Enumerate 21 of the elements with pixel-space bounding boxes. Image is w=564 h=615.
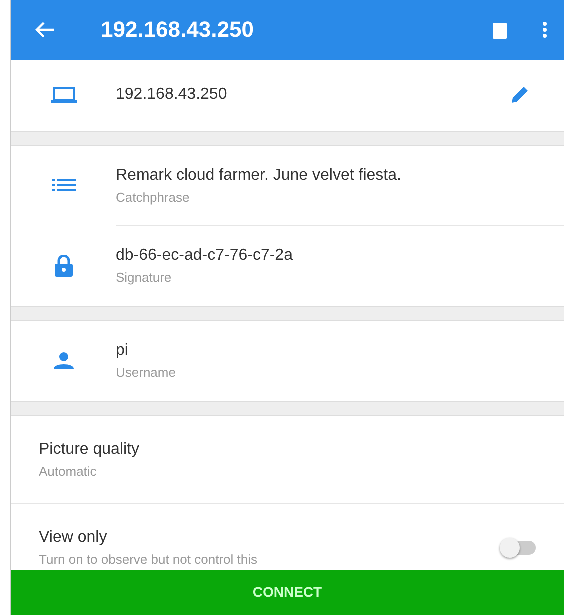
back-arrow-icon[interactable] xyxy=(35,20,55,39)
setting-title: Picture quality xyxy=(39,440,140,460)
list-icon xyxy=(52,179,76,192)
setting-description: Turn on to observe but not control this xyxy=(39,551,258,569)
signature-value: db-66-ec-ad-c7-76-c7-2a xyxy=(116,246,293,266)
lock-icon xyxy=(54,254,74,277)
laptop-icon xyxy=(50,87,76,103)
signature-label: Signature xyxy=(116,269,173,287)
catchphrase-label: Catchphrase xyxy=(116,188,191,207)
host-address: 192.168.43.250 xyxy=(116,85,228,105)
app-bar-title: 192.168.43.250 xyxy=(101,16,255,44)
setting-description: Automatic xyxy=(39,462,98,480)
edit-pencil-icon[interactable] xyxy=(510,85,530,105)
username-label: Username xyxy=(116,364,176,382)
username-value: pi xyxy=(116,340,130,361)
toggle-switch[interactable] xyxy=(500,540,536,555)
person-icon xyxy=(52,352,74,370)
more-options-icon[interactable] xyxy=(542,20,548,39)
catchphrase-value: Remark cloud farmer. June velvet fiesta. xyxy=(116,166,402,186)
setting-title: View only xyxy=(39,528,108,548)
connect-button[interactable]: CONNECT xyxy=(11,570,564,615)
